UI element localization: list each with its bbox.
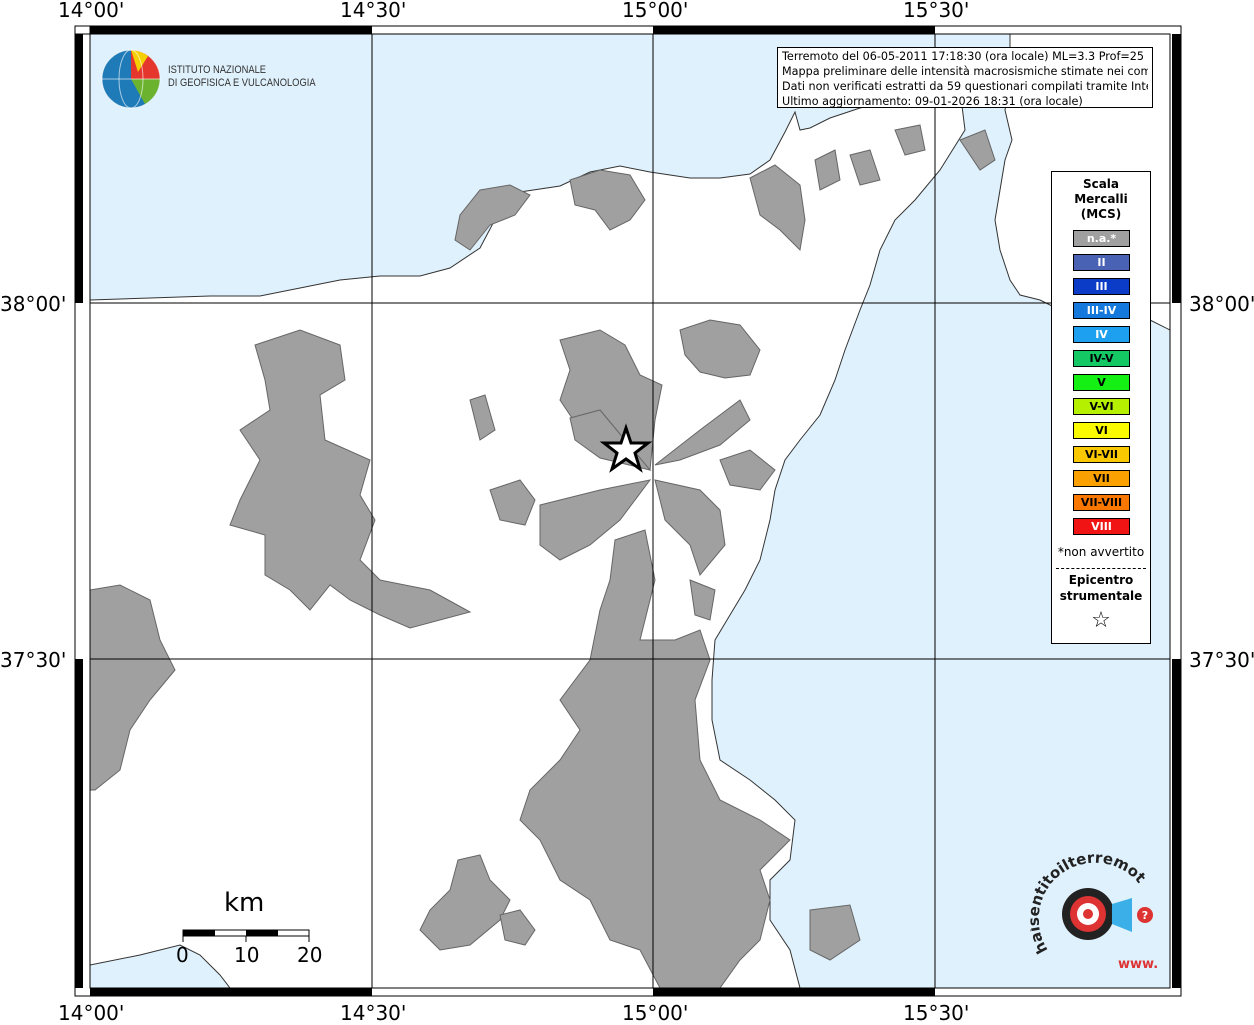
event-info-box: Terremoto del 06-05-2011 17:18:30 (ora l…: [777, 47, 1153, 108]
ingv-line-1: ISTITUTO NAZIONALE: [168, 64, 267, 76]
legend-title: (MCS): [1080, 207, 1122, 221]
legend-swatch: VI: [1073, 422, 1130, 439]
scale-title: km: [224, 888, 265, 918]
legend-swatch: V: [1073, 374, 1130, 391]
legend-star-icon: ☆: [1091, 608, 1111, 633]
event-info-line: Ultimo aggiornamento: 09-01-2026 18:31 (…: [782, 95, 1083, 108]
scale-label: 20: [297, 943, 323, 967]
legend-swatch: VII: [1073, 470, 1130, 487]
legend-swatch: II: [1073, 254, 1130, 271]
legend-swatch: VII-VIII: [1073, 494, 1130, 511]
badge-www: www.: [1118, 957, 1158, 972]
legend-title: Mercalli: [1074, 192, 1128, 206]
legend-swatch: III: [1073, 278, 1130, 295]
svg-text:?: ?: [1142, 909, 1148, 922]
legend-title: Scala: [1082, 177, 1120, 191]
event-info-line: Terremoto del 06-05-2011 17:18:30 (ora l…: [782, 50, 1148, 63]
legend-swatch: IV: [1073, 326, 1130, 343]
ingv-line-2: DI GEOFISICA E VULCANOLOGIA: [168, 77, 316, 89]
legend-note: *non avvertito: [1057, 545, 1145, 559]
scale-label: 10: [234, 943, 260, 967]
mcs-legend: Scala Mercalli (MCS) n.a.* II III III-IV IV I…: [1051, 171, 1151, 644]
legend-swatch: V-VI: [1073, 398, 1130, 415]
legend-epicenter-label: Epicentro: [1068, 573, 1134, 587]
legend-swatch: VI-VII: [1073, 446, 1130, 463]
scale-label: 0: [176, 943, 189, 967]
event-info-line: Mappa preliminare delle intensità macros…: [782, 65, 1148, 78]
legend-swatch: VIII: [1073, 518, 1130, 535]
legend-swatch: IV-V: [1073, 350, 1130, 367]
legend-epicenter-label: strumentale: [1059, 589, 1143, 603]
event-info-line: Dati non verificati estratti da 59 quest…: [782, 80, 1148, 93]
legend-swatch: n.a.*: [1073, 230, 1130, 247]
legend-swatch: III-IV: [1073, 302, 1130, 319]
hai-sentito-target-icon[interactable]: ? haisentitoilterremoto.it www.: [1030, 850, 1160, 980]
ingv-logo-text: ISTITUTO NAZIONALE DI GEOFISICA E VULCAN…: [168, 64, 316, 90]
ingv-globe-icon: [101, 49, 161, 109]
